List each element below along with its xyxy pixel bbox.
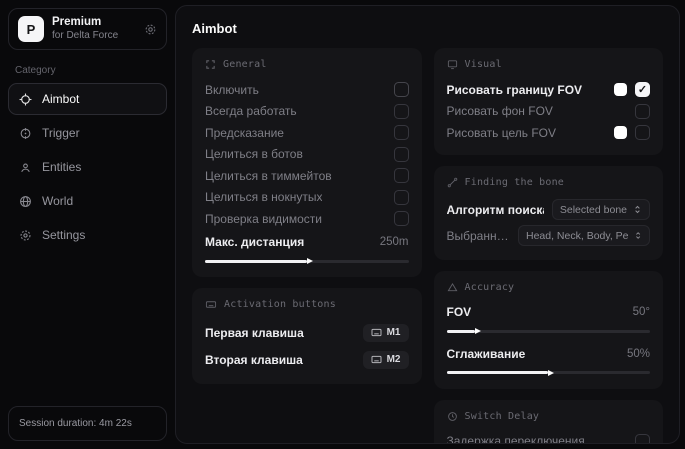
checkbox-target-teammates[interactable] bbox=[394, 168, 409, 183]
selected-value: Selected bone bbox=[560, 204, 627, 216]
key-label: Первая клавиша bbox=[205, 326, 304, 340]
app-window: P Premium for Delta Force Category bbox=[0, 0, 685, 449]
trigger-icon bbox=[19, 127, 32, 140]
scan-icon bbox=[205, 59, 216, 70]
checkbox-visibility-check[interactable] bbox=[394, 211, 409, 226]
license-card: P Premium for Delta Force bbox=[8, 8, 167, 50]
category-label: Category bbox=[15, 65, 160, 76]
fov-target-color-swatch[interactable] bbox=[614, 126, 627, 139]
checkbox-target-knocked[interactable] bbox=[394, 190, 409, 205]
sidebar-item-aimbot[interactable]: Aimbot bbox=[8, 83, 167, 115]
panel-general: General Включить Всегда работать Предска… bbox=[192, 48, 422, 277]
checkbox-switch-delay[interactable] bbox=[635, 434, 650, 444]
toggle-label: Задержка переключения bbox=[447, 434, 585, 444]
keyboard-icon bbox=[371, 328, 382, 337]
sidebar-nav: Aimbot Trigger Entities bbox=[8, 83, 167, 251]
panel-finding-bone: Finding the bone Алгоритм поиска костей … bbox=[434, 166, 664, 260]
panel-header: General bbox=[223, 59, 267, 70]
sidebar-item-label: World bbox=[42, 194, 73, 208]
triangle-icon bbox=[447, 282, 458, 293]
slider-label: Макс. дистанция bbox=[205, 235, 304, 249]
toggle-label: Целиться в тиммейтов bbox=[205, 169, 332, 183]
toggle-label: Рисовать фон FOV bbox=[447, 104, 553, 118]
chevron-up-down-icon bbox=[634, 231, 642, 240]
toggle-label: Рисовать цель FOV bbox=[447, 126, 557, 140]
fov-slider[interactable] bbox=[447, 326, 651, 336]
checkbox-draw-fov-target[interactable] bbox=[635, 125, 650, 140]
sidebar-item-entities[interactable]: Entities bbox=[8, 151, 167, 183]
checkbox-draw-fov-border[interactable] bbox=[635, 82, 650, 97]
slider-value: 250m bbox=[380, 236, 409, 248]
sidebar-item-label: Trigger bbox=[42, 126, 80, 140]
selected-bones-select[interactable]: Head, Neck, Body, Pe... bbox=[518, 225, 650, 246]
clock-icon bbox=[447, 411, 458, 422]
license-title: Premium bbox=[52, 16, 118, 30]
page-title: Aimbot bbox=[176, 6, 679, 48]
panel-switch-delay: Switch Delay Задержка переключения Задер… bbox=[434, 400, 664, 445]
panel-header: Accuracy bbox=[465, 282, 515, 293]
panel-header: Switch Delay bbox=[465, 411, 540, 422]
key-value: M2 bbox=[387, 354, 401, 365]
sidebar: P Premium for Delta Force Category bbox=[0, 0, 175, 449]
settings-gear-icon[interactable] bbox=[144, 23, 157, 36]
second-key-button[interactable]: M2 bbox=[363, 351, 409, 369]
sidebar-item-label: Aimbot bbox=[42, 92, 79, 106]
slider-value: 50% bbox=[627, 348, 650, 360]
toggle-label: Включить bbox=[205, 83, 259, 97]
sidebar-item-world[interactable]: World bbox=[8, 185, 167, 217]
panel-accuracy: Accuracy FOV 50° Сглаживание 50% bbox=[434, 271, 664, 389]
toggle-label: Целиться в нокнутых bbox=[205, 190, 322, 204]
smoothing-slider[interactable] bbox=[447, 368, 651, 378]
checkbox-draw-fov-background[interactable] bbox=[635, 104, 650, 119]
dropdown-label: Алгоритм поиска костей bbox=[447, 203, 544, 217]
entities-icon bbox=[19, 161, 32, 174]
gear-icon bbox=[19, 229, 32, 242]
slider-label: Сглаживание bbox=[447, 347, 526, 361]
key-label: Вторая клавиша bbox=[205, 353, 303, 367]
monitor-icon bbox=[447, 59, 458, 70]
checkbox-target-bots[interactable] bbox=[394, 147, 409, 162]
main-content: Aimbot General Включить Всегда рабо bbox=[175, 5, 680, 444]
crosshair-icon bbox=[19, 93, 32, 106]
keyboard-icon bbox=[205, 299, 217, 310]
toggle-label: Рисовать границу FOV bbox=[447, 83, 583, 97]
toggle-label: Целиться в ботов bbox=[205, 147, 303, 161]
panel-header: Finding the bone bbox=[465, 177, 565, 188]
globe-icon bbox=[19, 195, 32, 208]
sidebar-item-label: Settings bbox=[42, 228, 85, 242]
checkbox-prediction[interactable] bbox=[394, 125, 409, 140]
key-value: M1 bbox=[387, 327, 401, 338]
max-distance-slider[interactable] bbox=[205, 256, 409, 266]
toggle-label: Проверка видимости bbox=[205, 212, 322, 226]
first-key-button[interactable]: M1 bbox=[363, 324, 409, 342]
app-logo: P bbox=[18, 16, 44, 42]
sidebar-item-label: Entities bbox=[42, 160, 81, 174]
license-subtitle: for Delta Force bbox=[52, 30, 118, 42]
slider-label: FOV bbox=[447, 305, 472, 319]
panel-visual: Visual Рисовать границу FOV Рисовать фон… bbox=[434, 48, 664, 155]
panel-header: Visual bbox=[465, 59, 502, 70]
session-duration: Session duration: 4m 22s bbox=[8, 406, 167, 441]
dropdown-label: Выбранные кости bbox=[447, 229, 511, 243]
fov-border-color-swatch[interactable] bbox=[614, 83, 627, 96]
keyboard-icon bbox=[371, 355, 382, 364]
sidebar-item-trigger[interactable]: Trigger bbox=[8, 117, 167, 149]
panel-header: Activation buttons bbox=[224, 299, 336, 310]
checkbox-always-work[interactable] bbox=[394, 104, 409, 119]
slider-value: 50° bbox=[633, 306, 650, 318]
panel-activation-buttons: Activation buttons Первая клавиша M1 Вто… bbox=[192, 288, 422, 384]
toggle-label: Предсказание bbox=[205, 126, 284, 140]
sidebar-item-settings[interactable]: Settings bbox=[8, 219, 167, 251]
checkbox-enable[interactable] bbox=[394, 82, 409, 97]
selected-value: Head, Neck, Body, Pe... bbox=[526, 230, 628, 242]
toggle-label: Всегда работать bbox=[205, 104, 297, 118]
bone-algorithm-select[interactable]: Selected bone bbox=[552, 199, 650, 220]
chevron-up-down-icon bbox=[633, 205, 642, 214]
bone-icon bbox=[447, 177, 458, 188]
